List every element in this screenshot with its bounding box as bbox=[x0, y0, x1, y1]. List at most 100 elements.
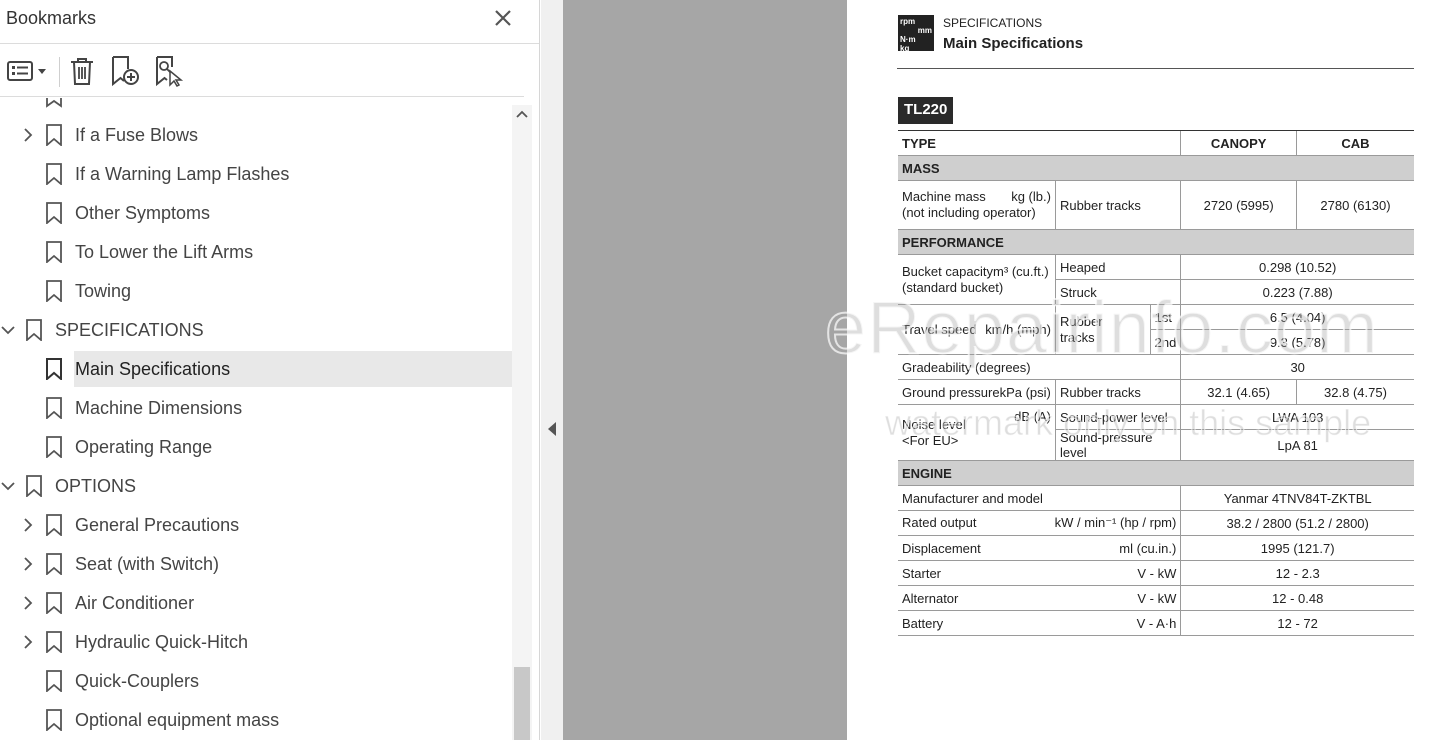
bookmark-label: SPECIFICATIONS bbox=[55, 319, 204, 340]
bookmark-item[interactable]: Machine Dimensions bbox=[0, 390, 512, 426]
bookmark-icon bbox=[46, 553, 62, 575]
cell-label: Rated output bbox=[902, 515, 977, 530]
chevron-down-icon[interactable] bbox=[1, 323, 15, 337]
table-cell: Rubber tracks bbox=[1054, 379, 1181, 405]
table-cell: 12 - 2.3 bbox=[1180, 560, 1414, 586]
find-bookmark-button[interactable] bbox=[154, 55, 184, 87]
table-cell: 2720 (5995) bbox=[1180, 180, 1297, 230]
bookmark-item[interactable]: If a Fuse Blows bbox=[0, 117, 512, 153]
cell-label: Machine mass bbox=[902, 189, 986, 204]
chevron-right-icon[interactable] bbox=[21, 596, 35, 610]
chevron-right-icon[interactable] bbox=[21, 635, 35, 649]
bookmark-icon bbox=[46, 436, 62, 458]
find-bookmark-icon bbox=[156, 56, 184, 87]
toolbar-separator bbox=[59, 57, 60, 87]
bookmark-item[interactable]: Quick-Couplers bbox=[0, 663, 512, 699]
table-cell: 12 - 72 bbox=[1180, 610, 1414, 636]
bookmark-icon bbox=[46, 98, 62, 108]
cell-label: Bucket capacity bbox=[902, 263, 994, 279]
bookmark-label: Operating Range bbox=[75, 436, 213, 457]
bookmark-icon bbox=[46, 670, 62, 692]
chevron-right-icon[interactable] bbox=[21, 128, 35, 142]
doc-section: SPECIFICATIONS bbox=[943, 16, 1043, 30]
collapse-left-icon[interactable] bbox=[547, 422, 557, 436]
options-button[interactable] bbox=[6, 55, 48, 87]
cell-units: m³ (cu.ft.) bbox=[993, 263, 1049, 279]
bookmarks-panel: Bookmarks If a Fuse Blows If a Warning L… bbox=[0, 0, 540, 740]
bookmark-icon bbox=[46, 631, 62, 653]
bookmark-icon bbox=[46, 358, 62, 380]
bookmark-item[interactable]: Air Conditioner bbox=[0, 585, 512, 621]
bookmark-item[interactable]: Seat (with Switch) bbox=[0, 546, 512, 582]
table-section: ENGINE bbox=[898, 460, 1414, 486]
bookmark-icon bbox=[46, 709, 62, 731]
bookmark-item-specifications[interactable]: SPECIFICATIONS bbox=[0, 312, 512, 348]
bookmark-item[interactable]: Hydraulic Quick-Hitch bbox=[0, 624, 512, 660]
bookmarks-title: Bookmarks bbox=[6, 8, 97, 28]
table-cell: Displacement ml (cu.in.) bbox=[898, 535, 1181, 561]
table-cell: Alternator V - kW bbox=[898, 585, 1181, 611]
bookmark-icon bbox=[46, 163, 62, 185]
table-cell: 2780 (6130) bbox=[1295, 180, 1414, 230]
table-cell: 32.1 (4.65) bbox=[1180, 379, 1297, 405]
bookmark-item[interactable]: Other Symptoms bbox=[0, 195, 512, 231]
chevron-right-icon[interactable] bbox=[21, 557, 35, 571]
cell-label: Starter bbox=[902, 565, 942, 581]
trash-icon bbox=[71, 58, 93, 85]
close-icon[interactable] bbox=[491, 6, 515, 30]
cell-note: (not including operator) bbox=[902, 205, 1036, 220]
spec-table: TYPE CANOPY CAB MASS Machine mass kg (lb… bbox=[898, 130, 1414, 636]
bookmark-label: Main Specifications bbox=[75, 358, 231, 379]
icon-text: rpm bbox=[900, 17, 916, 26]
table-row: PERFORMANCE bbox=[898, 229, 1414, 255]
table-cell: 32.8 (4.75) bbox=[1295, 379, 1414, 405]
cell-label: Displacement bbox=[902, 540, 981, 556]
bookmark-item[interactable]: Towing bbox=[0, 273, 512, 309]
bookmark-icon bbox=[26, 475, 42, 497]
model-badge: TL220 bbox=[898, 97, 954, 124]
table-section: MASS bbox=[898, 155, 1414, 181]
bookmarks-header: Bookmarks bbox=[0, 0, 539, 44]
bookmark-icon bbox=[46, 592, 62, 614]
bookmark-item[interactable]: Operating Range bbox=[0, 429, 512, 465]
table-row: Battery V - A·h 12 - 72 bbox=[898, 610, 1414, 636]
chevron-right-icon[interactable] bbox=[21, 518, 35, 532]
cell-units: V - kW bbox=[1137, 590, 1177, 606]
table-row: Ground pressurekPa (psi) Rubber tracks 3… bbox=[898, 379, 1414, 405]
scrollbar-thumb[interactable] bbox=[514, 667, 530, 740]
cell-units: kPa (psi) bbox=[999, 384, 1051, 400]
table-row: Starter V - kW 12 - 2.3 bbox=[898, 560, 1414, 586]
table-cell: CANOPY bbox=[1180, 130, 1297, 156]
bookmark-item-options[interactable]: OPTIONS bbox=[0, 468, 512, 504]
table-row: Alternator V - kW 12 - 0.48 bbox=[898, 585, 1414, 611]
bookmark-label: General Precautions bbox=[75, 514, 240, 535]
delete-bookmark-button[interactable] bbox=[68, 55, 96, 87]
table-row: Displacement ml (cu.in.) 1995 (121.7) bbox=[898, 535, 1414, 561]
bookmark-item[interactable]: General Precautions bbox=[0, 507, 512, 543]
bookmark-label: Seat (with Switch) bbox=[75, 553, 220, 574]
chevron-down-icon[interactable] bbox=[1, 479, 15, 493]
bookmark-item[interactable]: If a Warning Lamp Flashes bbox=[0, 156, 512, 192]
cell-label: Battery bbox=[902, 615, 944, 631]
bookmark-icon bbox=[46, 514, 62, 536]
table-row: Manufacturer and model Yanmar 4TNV84T-ZK… bbox=[898, 485, 1414, 511]
divider bbox=[897, 68, 1414, 69]
table-cell: Starter V - kW bbox=[898, 560, 1181, 586]
document-page: rpm mm N·m kg SPECIFICATIONS Main Specif… bbox=[847, 0, 1445, 740]
bookmark-label: Towing bbox=[75, 280, 132, 301]
bookmark-item-main-specifications[interactable]: Main Specifications bbox=[46, 351, 512, 387]
scroll-up-icon[interactable] bbox=[512, 105, 532, 125]
table-cell: 0.298 (10.52) bbox=[1180, 254, 1414, 280]
table-cell: TYPE bbox=[898, 130, 1181, 156]
bookmark-label: Other Symptoms bbox=[75, 202, 211, 223]
cell-units: ml (cu.in.) bbox=[1119, 540, 1177, 556]
table-cell: 12 - 0.48 bbox=[1180, 585, 1414, 611]
bookmark-label: Air Conditioner bbox=[75, 592, 195, 613]
bookmarks-scrollbar[interactable] bbox=[512, 105, 532, 740]
new-bookmark-button[interactable] bbox=[110, 55, 140, 87]
bookmark-item[interactable]: To Lower the Lift Arms bbox=[0, 234, 512, 270]
icon-text: N·m bbox=[900, 35, 916, 44]
bookmark-item[interactable]: Optional equipment mass bbox=[0, 702, 512, 738]
panel-collapse-strip[interactable] bbox=[541, 0, 563, 740]
bookmark-label: Quick-Couplers bbox=[75, 670, 200, 691]
